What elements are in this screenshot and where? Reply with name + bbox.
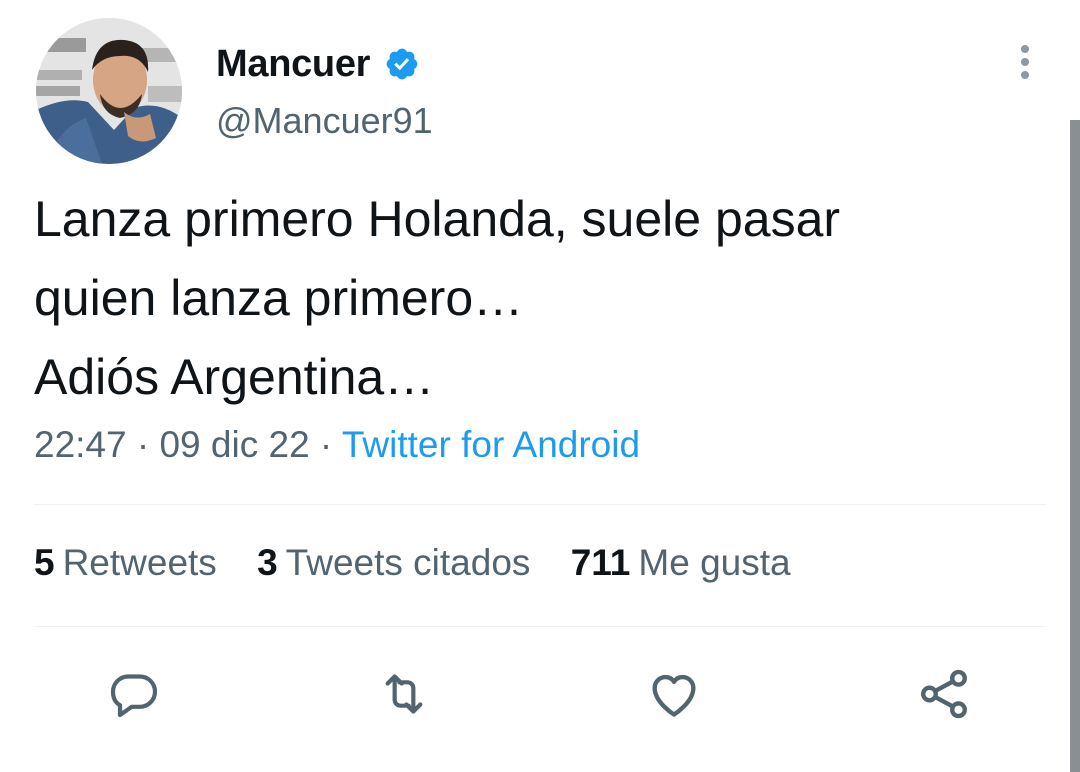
- engagement-stats: 5 Retweets 3 Tweets citados 711 Me gusta: [34, 542, 821, 584]
- more-options-icon[interactable]: [1008, 42, 1042, 84]
- tweet-actions-bar: [0, 664, 1080, 724]
- tweet-text-line: Lanza primero Holanda, suele pasar: [34, 191, 841, 247]
- quote-tweets-stat[interactable]: 3 Tweets citados: [257, 542, 530, 584]
- author-handle[interactable]: @Mancuer91: [216, 100, 433, 142]
- share-button[interactable]: [914, 664, 974, 724]
- retweets-stat[interactable]: 5 Retweets: [34, 542, 217, 584]
- scrollbar[interactable]: [1070, 120, 1080, 772]
- likes-count: 711: [570, 542, 631, 583]
- like-button[interactable]: [644, 664, 704, 724]
- reply-icon: [110, 674, 158, 718]
- profile-photo-icon: [36, 18, 182, 164]
- share-icon: [921, 669, 967, 719]
- retweets-count: 5: [34, 542, 55, 583]
- verified-badge-icon: [384, 46, 420, 82]
- author-name-row[interactable]: Mancuer: [216, 40, 420, 88]
- meta-separator: ·: [126, 424, 160, 465]
- divider: [34, 504, 1046, 505]
- tweet-text-line: quien lanza primero…: [34, 270, 524, 326]
- meta-separator: ·: [309, 424, 342, 465]
- retweets-label: Retweets: [62, 542, 217, 583]
- tweet-detail: Mancuer @Mancuer91 Lanza primero Holanda…: [0, 0, 1080, 772]
- tweet-text: Lanza primero Holanda, suele pasar quien…: [34, 180, 1044, 417]
- like-icon: [652, 674, 696, 717]
- divider: [34, 626, 1046, 627]
- quote-tweets-count: 3: [257, 542, 278, 583]
- tweet-date[interactable]: 09 dic 22: [159, 424, 309, 465]
- avatar[interactable]: [36, 18, 182, 164]
- tweet-text-line: Adiós Argentina…: [34, 349, 435, 405]
- retweet-button[interactable]: [374, 664, 434, 724]
- quote-tweets-label: Tweets citados: [285, 542, 531, 583]
- reply-button[interactable]: [104, 664, 164, 724]
- likes-label: Me gusta: [638, 542, 791, 583]
- author-display-name[interactable]: Mancuer: [216, 43, 370, 86]
- tweet-source-link[interactable]: Twitter for Android: [342, 424, 640, 465]
- tweet-metadata: 22:47 · 09 dic 22 · Twitter for Android: [34, 424, 640, 466]
- likes-stat[interactable]: 711 Me gusta: [571, 542, 791, 584]
- tweet-time[interactable]: 22:47: [34, 424, 127, 465]
- retweet-icon: [385, 674, 423, 714]
